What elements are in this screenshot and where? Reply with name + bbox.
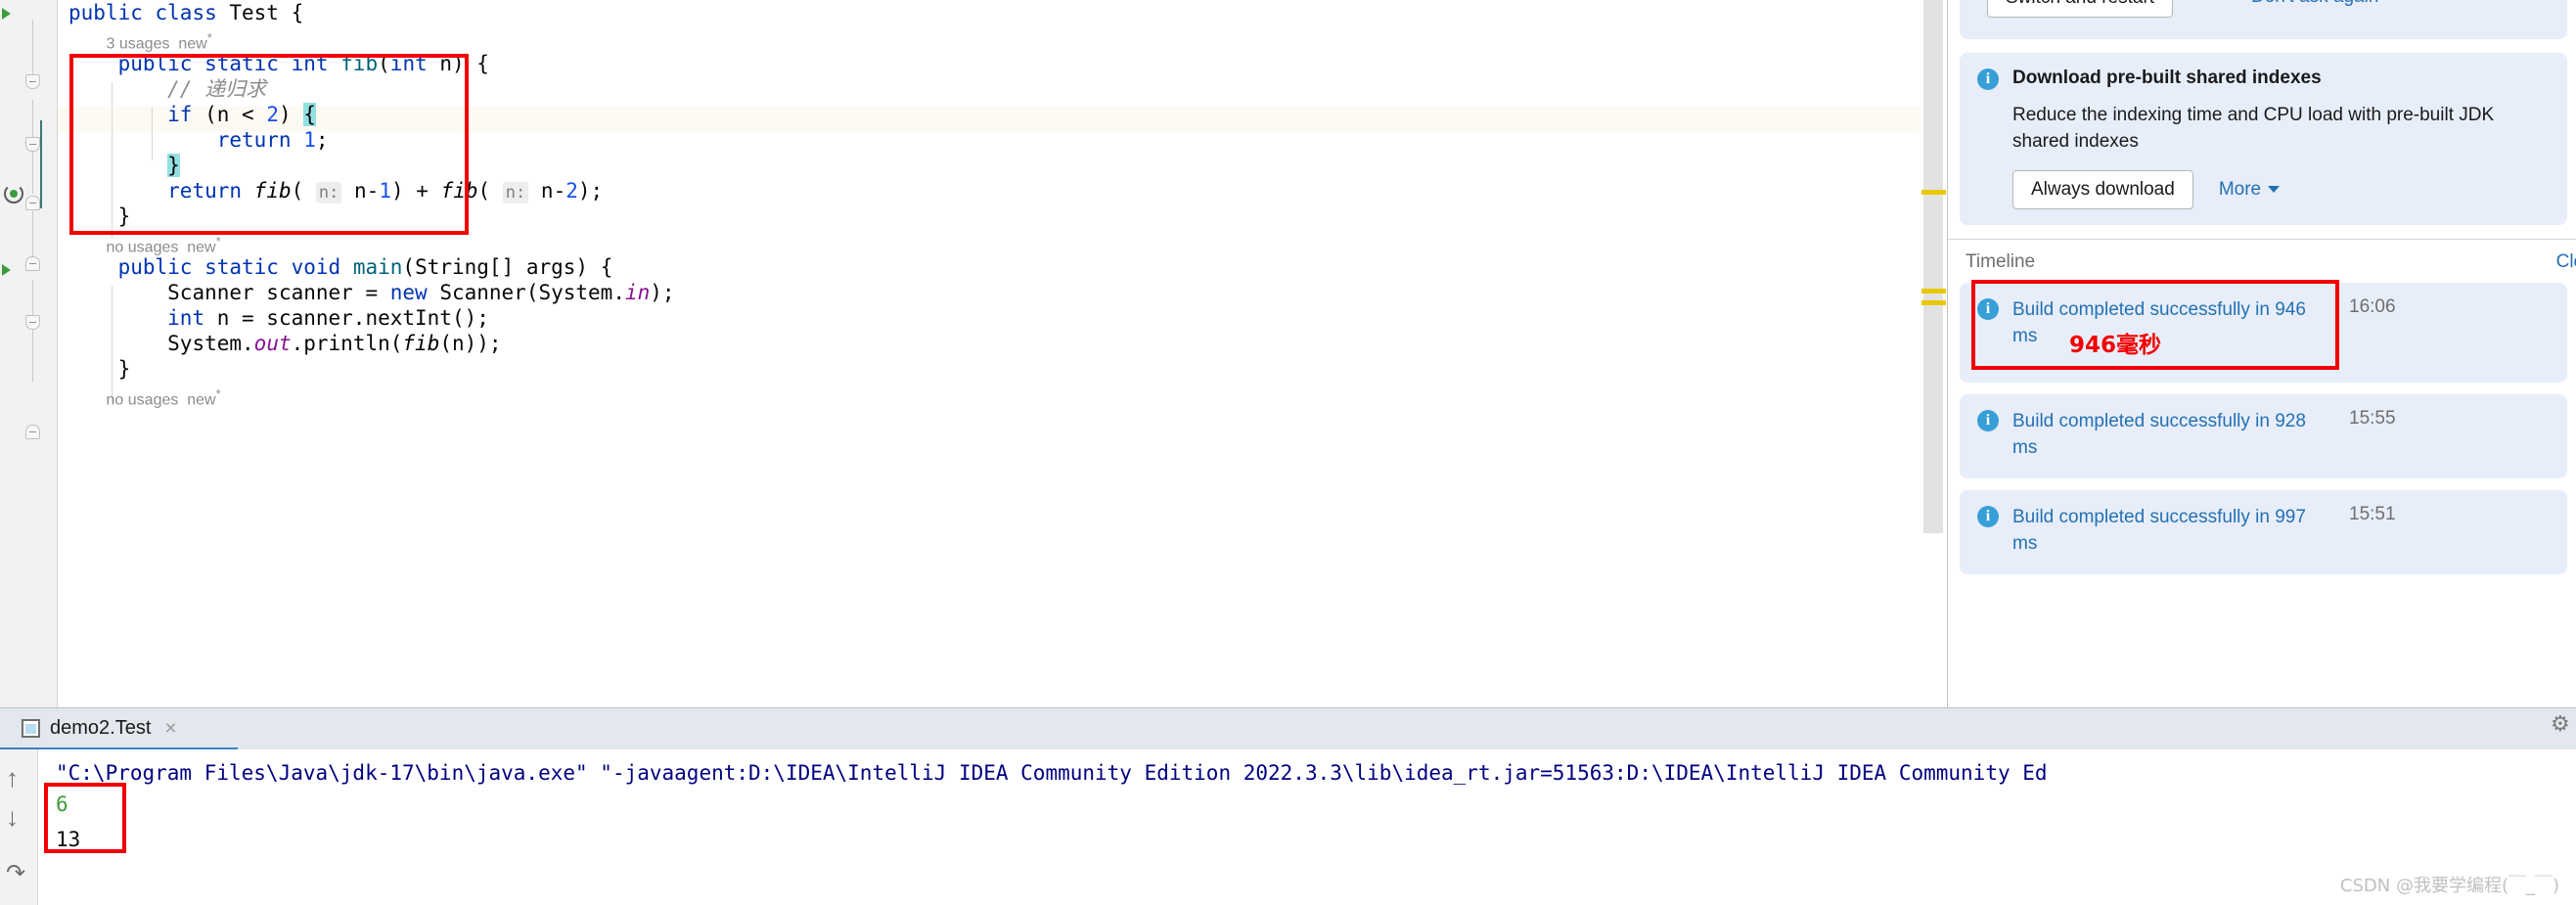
console-output-value: 13 (56, 828, 81, 851)
switch-and-restart-button[interactable]: Switch and restart (1987, 0, 2174, 18)
always-download-button[interactable]: Always download (2012, 170, 2193, 209)
info-icon: i (1977, 298, 1999, 320)
code-line: if (n < 2) { (167, 103, 316, 126)
code-line: System.out.println(fib(n)); (167, 332, 502, 355)
code-inlay-hint: no usages new* (106, 386, 221, 409)
timeline-item-time: 15:51 (2349, 504, 2396, 524)
timeline-label: Timeline (1966, 251, 2036, 272)
run-tool-window: demo2.Test × ⚙ ↑ ↓ ↷ "C:\Program Files\J… (0, 707, 2576, 905)
console-input-value: 6 (56, 792, 68, 816)
editor-scrollbar-thumb[interactable] (1923, 0, 1943, 533)
timeline-item[interactable]: i Build completed successfully in 946 ms 1… (1960, 280, 2567, 383)
code-line: public static int fib(int n) { (117, 52, 489, 75)
warning-marker[interactable] (1921, 190, 1946, 195)
fold-marker[interactable] (25, 137, 40, 152)
warning-marker[interactable] (1921, 289, 1946, 294)
run-class-gutter-icon[interactable] (2, 8, 11, 20)
code-line: Scanner scanner = new Scanner(System.in)… (167, 281, 675, 304)
code-inlay-hint: no usages new* (106, 234, 221, 256)
run-tab-label: demo2.Test (50, 717, 152, 739)
close-icon[interactable]: × (164, 717, 176, 741)
info-icon: i (1977, 506, 1999, 527)
gear-icon[interactable]: ⚙ (2551, 713, 2572, 735)
timeline-item-text[interactable]: Build completed successfully in 946 ms (2012, 296, 2335, 349)
annotation-text: 946毫秒 (2069, 333, 2162, 358)
chevron-down-icon (2268, 186, 2281, 194)
code-inlay-hint: 3 usages new* (106, 30, 212, 53)
code-editor[interactable]: public class Test { 3 usages new* public… (0, 0, 1947, 707)
gutter-divider (57, 0, 58, 707)
code-text[interactable]: public class Test { 3 usages new* public… (68, 0, 675, 409)
timeline-item-text[interactable]: Build completed successfully in 997 ms (2012, 504, 2335, 557)
timeline-item-time: 16:06 (2349, 296, 2396, 317)
timeline-list: i Build completed successfully in 946 ms 1… (1948, 280, 2576, 574)
timeline-header: Timeline Clear (1948, 239, 2576, 283)
warning-marker[interactable] (1921, 300, 1946, 305)
scroll-up-icon[interactable]: ↑ (6, 763, 19, 793)
dont-ask-again-link[interactable]: Don't ask again (2251, 0, 2378, 7)
run-tab-strip (0, 707, 2576, 750)
console-command-line: "C:\Program Files\Java\jdk-17\bin\java.e… (56, 761, 2048, 785)
recursive-call-gutter-icon[interactable] (4, 184, 23, 204)
timeline-item-time: 15:55 (2349, 408, 2396, 429)
console-toolbar: ↑ ↓ ↷ (0, 749, 37, 905)
indent-guide-active (40, 120, 42, 208)
editor-gutter[interactable] (0, 0, 57, 707)
fold-marker[interactable] (25, 315, 40, 330)
timeline-item[interactable]: i Build completed successfully in 928 ms 1… (1960, 394, 2567, 478)
timeline-clear-link[interactable]: Clear (2556, 251, 2576, 273)
code-line: } (117, 357, 131, 381)
code-line: } (167, 154, 180, 177)
rerun-icon[interactable]: ↷ (6, 859, 25, 887)
fold-marker[interactable] (25, 256, 40, 271)
fold-marker[interactable] (25, 425, 40, 439)
code-line: public static void main(String[] args) { (117, 255, 613, 279)
console-tab-icon (22, 719, 40, 738)
code-line: } (117, 204, 131, 228)
notification-title: Download pre-built shared indexes (2012, 68, 2322, 88)
info-icon: i (1977, 410, 1999, 431)
fold-marker[interactable] (25, 196, 40, 210)
code-line: public class Test { (68, 1, 304, 24)
fold-marker[interactable] (25, 74, 40, 89)
timeline-item[interactable]: i Build completed successfully in 997 ms 1… (1960, 490, 2567, 574)
code-line: return fib( n: n-1) + fib( n: n-2); (167, 179, 604, 204)
run-method-gutter-icon[interactable] (2, 264, 11, 276)
code-line: int n = scanner.nextInt(); (167, 306, 489, 330)
code-line: return 1; (216, 128, 329, 152)
run-tab-demo2-test[interactable]: demo2.Test × (22, 707, 177, 749)
more-link-label: More (2218, 179, 2262, 200)
notifications-panel: Switch and restart Don't ask again i Dow… (1947, 0, 2576, 707)
info-icon: i (1977, 68, 1999, 90)
notification-body: Reduce the indexing time and CPU load wi… (2012, 105, 2495, 152)
notification-card-shared-indexes: i Download pre-built shared indexes Redu… (1960, 53, 2567, 225)
notification-card-switch-restart: Switch and restart Don't ask again (1960, 0, 2567, 39)
code-line: // 递归求 (167, 77, 267, 101)
more-link[interactable]: More (2218, 179, 2281, 201)
timeline-item-text[interactable]: Build completed successfully in 928 ms (2012, 408, 2335, 461)
scroll-down-icon[interactable]: ↓ (6, 802, 19, 833)
console-output[interactable]: "C:\Program Files\Java\jdk-17\bin\java.e… (37, 749, 2576, 905)
fold-stem (32, 280, 33, 382)
watermark: CSDN @我要学编程(￣_￣) (2339, 876, 2559, 896)
ide-window: public class Test { 3 usages new* public… (0, 0, 2576, 905)
